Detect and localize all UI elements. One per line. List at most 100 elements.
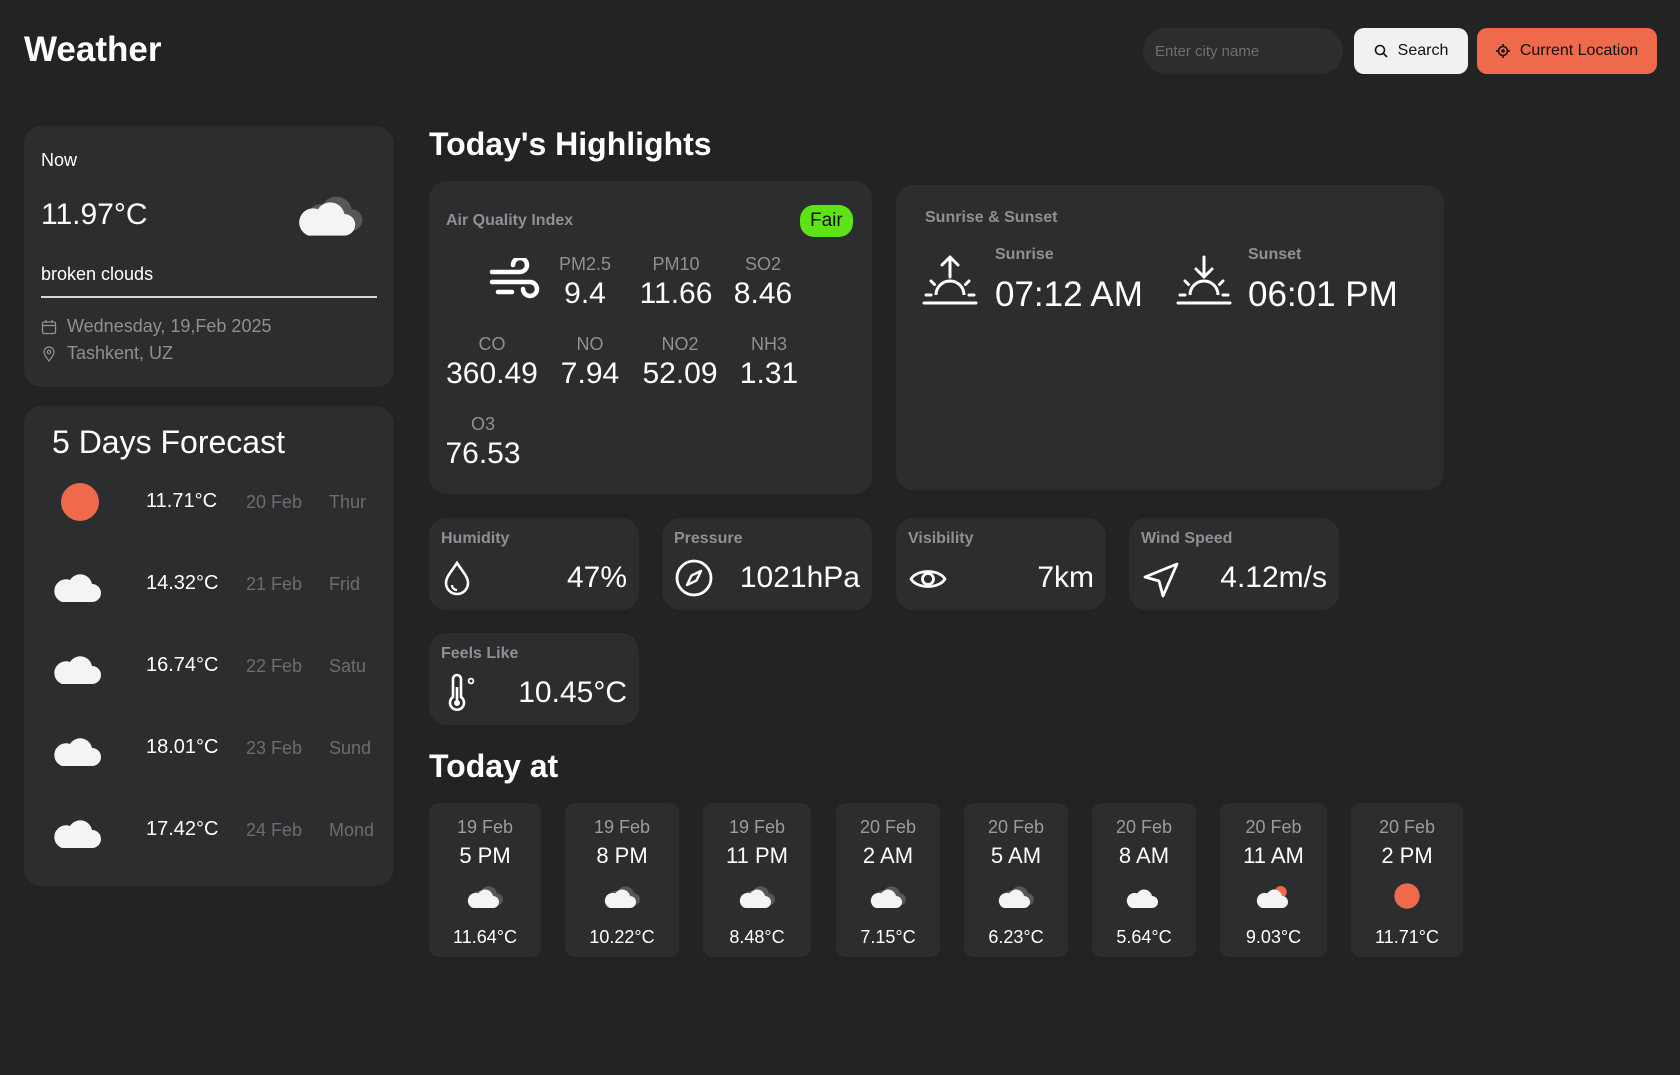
sunrise-label: Sunrise bbox=[995, 246, 1054, 263]
hourly-date: 19 Feb bbox=[728, 817, 786, 837]
aqi-nh3: NH3 1.31 bbox=[739, 334, 799, 390]
hourly-temp: 5.64°C bbox=[1116, 927, 1172, 947]
calendar-icon bbox=[41, 319, 57, 334]
hourly-temp: 6.23°C bbox=[988, 927, 1044, 947]
hourly-time: 8 PM bbox=[596, 843, 648, 868]
hourly-date: 20 Feb bbox=[859, 817, 917, 837]
hourly-temp: 8.48°C bbox=[729, 927, 785, 947]
forecast-date: 22 Feb bbox=[246, 656, 303, 676]
forecast-temp: 11.71°C bbox=[146, 490, 218, 512]
cloud-icon bbox=[1124, 881, 1164, 911]
current-location-label: Current Location bbox=[1519, 42, 1639, 59]
feels-like-label: Feels Like bbox=[441, 645, 519, 662]
hourly-date: 20 Feb bbox=[1245, 817, 1302, 837]
weather-description: broken clouds bbox=[41, 264, 154, 284]
hourly-icon-wrap bbox=[1254, 881, 1294, 916]
hourly-temp: 11.64°C bbox=[453, 927, 517, 947]
hourly-time: 8 AM bbox=[1118, 843, 1170, 868]
sun-label: Sunrise & Sunset bbox=[925, 209, 1058, 226]
location-target-icon bbox=[1495, 44, 1510, 58]
visibility-value: 7km bbox=[1037, 561, 1094, 594]
forecast-temp: 16.74°C bbox=[146, 654, 219, 676]
aqi-status-badge: Fair bbox=[800, 205, 853, 237]
hourly-time: 2 AM bbox=[862, 843, 914, 868]
broken-clouds-icon bbox=[602, 881, 642, 911]
search-button[interactable]: Search bbox=[1354, 28, 1468, 74]
hourly-card: 20 Feb 2 AM 7.15°C bbox=[836, 803, 940, 957]
hourly-icon-wrap bbox=[1124, 881, 1164, 916]
wind-speed-value: 4.12m/s bbox=[1220, 561, 1327, 594]
aqi-pm25: PM2.5 9.4 bbox=[558, 254, 612, 310]
hourly-date: 19 Feb bbox=[593, 817, 651, 837]
divider bbox=[41, 296, 377, 298]
broken-clouds-icon bbox=[294, 190, 366, 238]
hourly-date: 19 Feb bbox=[456, 817, 514, 837]
forecast-date: 20 Feb bbox=[246, 492, 303, 512]
broken-clouds-icon bbox=[465, 881, 505, 911]
forecast-row: 14.32°C 21 Feb Frid bbox=[24, 562, 394, 622]
forecast-day: Mond bbox=[329, 820, 375, 840]
forecast-day: Satu bbox=[329, 656, 367, 676]
search-button-label: Search bbox=[1397, 42, 1449, 59]
hourly-icon-wrap bbox=[996, 881, 1036, 916]
humidity-card: Humidity 47% bbox=[429, 518, 639, 610]
current-temperature: 11.97°C bbox=[41, 198, 148, 231]
hourly-date: 20 Feb bbox=[1115, 817, 1173, 837]
navigation-arrow-icon bbox=[1143, 562, 1179, 598]
sun-icon bbox=[61, 483, 99, 521]
hourly-time: 5 PM bbox=[459, 843, 511, 868]
hourly-time: 2 PM bbox=[1381, 843, 1433, 868]
hourly-temp: 9.03°C bbox=[1245, 927, 1302, 947]
broken-clouds-icon bbox=[996, 881, 1036, 911]
today-title: Today at bbox=[429, 748, 559, 784]
hourly-time: 11 PM bbox=[726, 843, 788, 868]
hourly-date: 20 Feb bbox=[987, 817, 1045, 837]
aqi-no: NO 7.94 bbox=[560, 334, 620, 390]
forecast-day: Frid bbox=[329, 574, 360, 594]
forecast-day: Thur bbox=[329, 492, 367, 512]
forecast-title: 5 Days Forecast bbox=[52, 424, 285, 460]
feels-like-value: 10.45°C bbox=[518, 676, 627, 709]
pressure-value: 1021hPa bbox=[739, 561, 860, 594]
hourly-icon-wrap bbox=[1387, 881, 1427, 916]
air-quality-card: Air Quality Index Fair PM2.5 9.4 PM10 11.6… bbox=[429, 181, 872, 494]
thermometer-icon bbox=[448, 673, 475, 711]
hourly-card: 19 Feb 5 PM 11.64°C bbox=[429, 803, 541, 957]
cloud-icon bbox=[50, 562, 110, 606]
forecast-icon-wrap bbox=[50, 562, 110, 606]
forecast-row: 18.01°C 23 Feb Sund bbox=[24, 726, 394, 786]
forecast-icon-wrap bbox=[50, 808, 110, 852]
hourly-icon-wrap bbox=[868, 881, 908, 916]
forecast-row: 11.71°C 20 Feb Thur bbox=[24, 480, 394, 540]
wind-speed-card: Wind Speed 4.12m/s bbox=[1129, 518, 1339, 610]
aqi-so2: SO2 8.46 bbox=[733, 254, 793, 310]
hourly-time: 5 AM bbox=[990, 843, 1042, 868]
highlights-title: Today's Highlights bbox=[429, 126, 712, 162]
feels-like-card: Feels Like 10.45°C bbox=[429, 633, 639, 725]
aqi-co: CO 360.49 bbox=[446, 334, 538, 390]
sun-icon bbox=[1394, 883, 1420, 909]
eye-icon bbox=[909, 570, 947, 588]
current-location-button[interactable]: Current Location bbox=[1477, 28, 1657, 74]
hourly-card: 20 Feb 2 PM 11.71°C bbox=[1351, 803, 1463, 957]
sunrise-sunset-card: Sunrise & Sunset Sunrise 07:12 AM Sunset… bbox=[896, 185, 1444, 490]
forecast-temp: 14.32°C bbox=[146, 572, 219, 594]
city-search-input[interactable] bbox=[1143, 28, 1343, 74]
hourly-card: 19 Feb 8 PM 10.22°C bbox=[565, 803, 679, 957]
hourly-date: 20 Feb bbox=[1378, 817, 1436, 837]
visibility-card: Visibility 7km bbox=[896, 518, 1106, 610]
cloud-icon bbox=[50, 644, 110, 688]
sunrise-icon bbox=[922, 255, 978, 305]
hourly-icon-wrap bbox=[602, 881, 642, 916]
hourly-temp: 10.22°C bbox=[589, 927, 655, 947]
now-label: Now bbox=[41, 150, 78, 170]
droplet-icon bbox=[444, 560, 470, 596]
humidity-label: Humidity bbox=[441, 530, 510, 547]
location-line: Tashkent, UZ bbox=[41, 343, 173, 364]
sunset-label: Sunset bbox=[1248, 246, 1302, 263]
forecast-icon-wrap bbox=[50, 726, 110, 770]
current-weather-card: Now 11.97°C broken clouds Wednesday, 19,… bbox=[24, 126, 394, 387]
aqi-pm10: PM10 11.66 bbox=[639, 254, 713, 310]
humidity-value: 47% bbox=[566, 561, 627, 594]
search-icon bbox=[1374, 44, 1388, 58]
